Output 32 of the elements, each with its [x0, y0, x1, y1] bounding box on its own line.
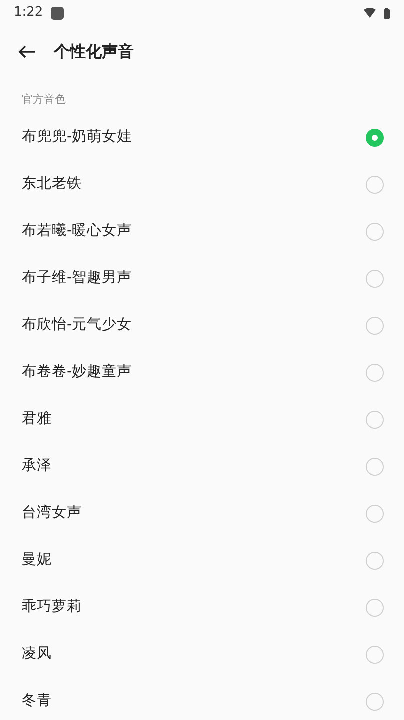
radio-button[interactable]	[366, 411, 384, 429]
voice-option[interactable]: 承泽	[0, 444, 404, 490]
voice-option[interactable]: 凌风	[0, 632, 404, 678]
status-time: 1:22	[14, 4, 44, 22]
voice-option[interactable]: 东北老铁	[0, 162, 404, 208]
radio-button[interactable]	[366, 317, 384, 335]
voice-option[interactable]: 布兜兜-奶萌女娃	[0, 114, 404, 162]
radio-button[interactable]	[366, 599, 384, 617]
radio-button[interactable]	[366, 693, 384, 711]
radio-button[interactable]	[366, 552, 384, 570]
app-notification-icon	[51, 6, 64, 20]
radio-button[interactable]	[366, 364, 384, 382]
voice-option[interactable]: 布卷卷-妙趣童声	[0, 350, 404, 396]
radio-button[interactable]	[366, 176, 384, 194]
voice-option[interactable]: 布子维-智趣男声	[0, 256, 404, 302]
voice-option[interactable]: 台湾女声	[0, 490, 404, 538]
voice-option[interactable]: 布若曦-暖心女声	[0, 208, 404, 256]
voice-option[interactable]: 乖巧萝莉	[0, 584, 404, 632]
battery-icon	[384, 8, 390, 18]
radio-button[interactable]	[366, 270, 384, 288]
radio-button[interactable]	[366, 646, 384, 664]
radio-button[interactable]	[366, 129, 384, 147]
section-title: 官方音色	[21, 92, 67, 108]
radio-button[interactable]	[366, 458, 384, 476]
wifi-icon	[364, 8, 376, 18]
page-title: 个性化声音	[54, 41, 134, 63]
voice-option[interactable]: 君雅	[0, 396, 404, 444]
radio-button[interactable]	[366, 223, 384, 241]
voice-option[interactable]: 冬青	[0, 678, 404, 720]
voice-option[interactable]: 曼妮	[0, 538, 404, 584]
voice-option[interactable]: 布欣怡-元气少女	[0, 302, 404, 350]
radio-button[interactable]	[366, 505, 384, 523]
